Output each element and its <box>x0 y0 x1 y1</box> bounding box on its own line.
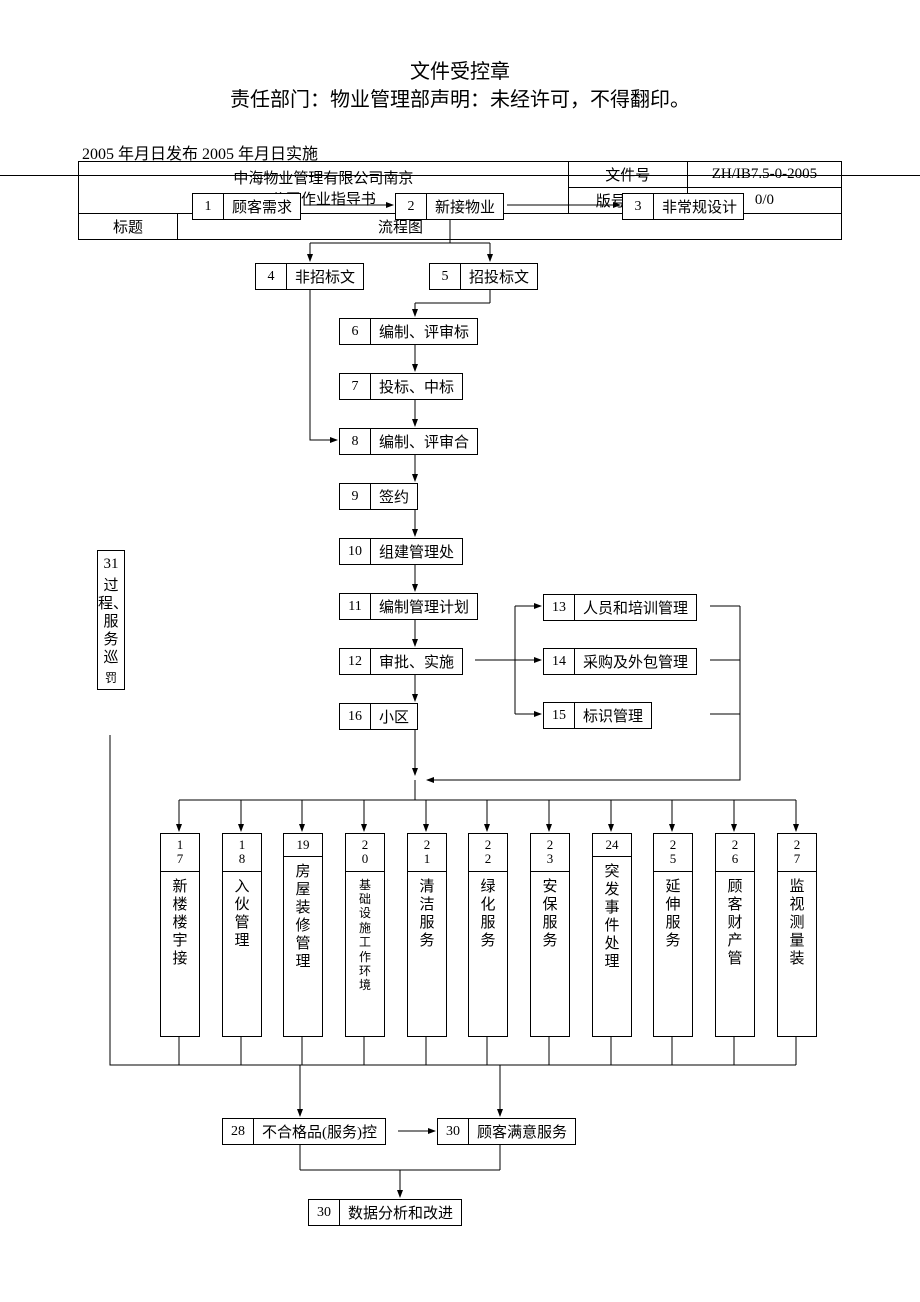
node-8: 8编制、评审合 <box>339 428 478 455</box>
node-25: 25延伸服务 <box>653 833 693 1037</box>
node-11: 11编制管理计划 <box>339 593 478 620</box>
node-2: 2新接物业 <box>395 193 504 220</box>
node-23: 23安保服务 <box>530 833 570 1037</box>
node-9: 9签约 <box>339 483 418 510</box>
node-15: 15标识管理 <box>543 702 652 729</box>
node-22: 22绿化服务 <box>468 833 508 1037</box>
doc-disclaimer: 责任部门：物业管理部声明：未经许可，不得翻印。 <box>0 83 920 112</box>
node-20: 20基础设施工作环境 <box>345 833 385 1037</box>
node-12: 12审批、实施 <box>339 648 463 675</box>
node-1: 1顾客需求 <box>192 193 301 220</box>
node-17: 17新楼楼宇接 <box>160 833 200 1037</box>
node-30a: 30顾客满意服务 <box>437 1118 576 1145</box>
node-5: 5招投标文 <box>429 263 538 290</box>
node-21: 21清洁服务 <box>407 833 447 1037</box>
node-28: 28不合格品(服务)控 <box>222 1118 386 1145</box>
node-4: 4非招标文 <box>255 263 364 290</box>
node-14: 14采购及外包管理 <box>543 648 697 675</box>
node-18: 18入伙管理 <box>222 833 262 1037</box>
node-6: 6编制、评审标 <box>339 318 478 345</box>
node-19: 19房屋装修管理 <box>283 833 323 1037</box>
node-30b: 30数据分析和改进 <box>308 1199 462 1226</box>
node-16: 16小区 <box>339 703 418 730</box>
node-10: 10组建管理处 <box>339 538 463 565</box>
node-26: 26顾客财产管 <box>715 833 755 1037</box>
node-27: 27监视测量装 <box>777 833 817 1037</box>
node-24: 24突发事件处理 <box>592 833 632 1037</box>
node-7: 7投标、中标 <box>339 373 463 400</box>
node-31: 31过程、服务巡罚 <box>97 550 125 690</box>
doc-stamp-title: 文件受控章 <box>0 55 920 84</box>
node-13: 13人员和培训管理 <box>543 594 697 621</box>
node-3: 3非常规设计 <box>622 193 744 220</box>
